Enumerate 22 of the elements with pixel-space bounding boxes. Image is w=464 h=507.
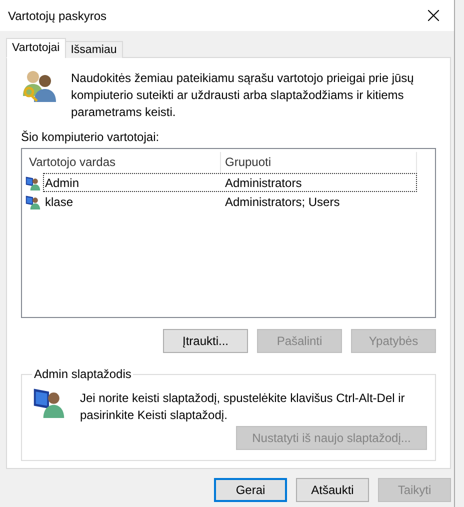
user-monitor-icon bbox=[25, 194, 41, 210]
user-name: klase bbox=[44, 194, 74, 210]
user-row[interactable]: Admin Administrators bbox=[43, 173, 417, 192]
user-group: Administrators; Users bbox=[221, 194, 417, 210]
tab[interactable]: Išsamiau bbox=[64, 41, 123, 58]
user-name: Admin bbox=[44, 174, 80, 190]
list-button[interactable]: Įtraukti... bbox=[163, 329, 248, 353]
users-icon bbox=[21, 68, 57, 104]
dialog-button[interactable]: Atšaukti bbox=[296, 478, 369, 502]
user-monitor-icon bbox=[25, 174, 41, 190]
user-row[interactable]: klase Administrators; Users bbox=[43, 192, 417, 211]
dialog-button[interactable]: Gerai bbox=[214, 478, 287, 502]
column-header[interactable]: Vartotojo vardas bbox=[25, 152, 221, 173]
window-title: Vartotojų paskyros bbox=[8, 8, 106, 22]
group-title: Admin slaptažodis bbox=[33, 367, 132, 381]
tab[interactable]: Vartotojai bbox=[6, 38, 66, 58]
column-header[interactable]: Grupuoti bbox=[221, 152, 417, 173]
user-group: Administrators bbox=[221, 174, 417, 190]
close-icon[interactable] bbox=[428, 10, 439, 21]
users-label: Šio kompiuterio vartotojai: bbox=[21, 130, 160, 144]
password-text: Jei norite keisti slaptažodį, spustelėkite klavišus Ctrl-Alt-Del ir pasirinkite Keisti slaptažodį. bbox=[80, 390, 406, 424]
intro-text: Naudokitės žemiau pateikiamu sąrašu vartotojo prieigai prie jūsų kompiuterio suteikti ar uždrausti arba slaptažodžiams ir kitiems parametrams keisti. bbox=[71, 70, 415, 121]
